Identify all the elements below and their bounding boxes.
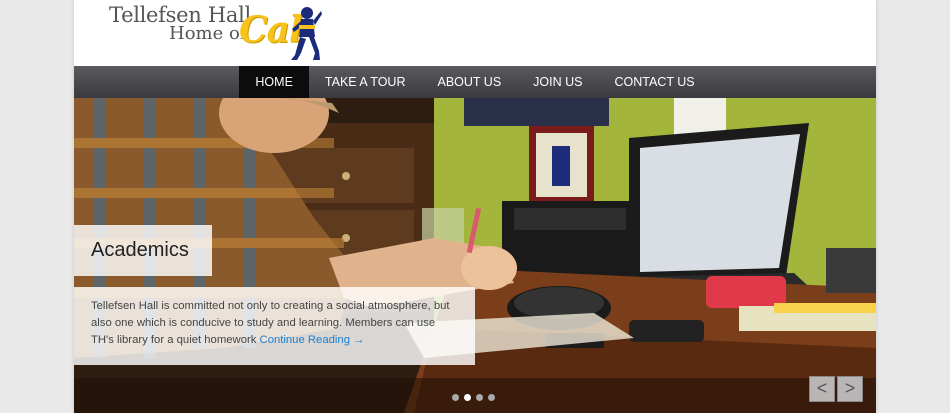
slide-title-box: Academics (74, 225, 212, 276)
logo-subtitle: Home of (169, 23, 247, 44)
site-logo[interactable]: Tellefsen Hall Home of Cal (109, 3, 324, 63)
nav-home[interactable]: HOME (239, 66, 309, 98)
slider-pagination (452, 394, 495, 401)
site-header: Tellefsen Hall Home of Cal (74, 0, 876, 66)
slider-dot-3[interactable] (476, 394, 483, 401)
nav-about-us[interactable]: ABOUT US (422, 66, 518, 98)
continue-reading-link[interactable]: Continue Reading → (260, 334, 365, 346)
cal-bear-icon (291, 7, 322, 60)
slider-prev-button[interactable]: < (809, 376, 835, 402)
slider-next-button[interactable]: > (837, 376, 863, 402)
page-container: Tellefsen Hall Home of Cal HOME TAKE A T… (74, 0, 876, 413)
slider-dot-4[interactable] (488, 394, 495, 401)
hero-slider: Academics Tellefsen Hall is committed no… (74, 98, 876, 413)
nav-take-a-tour[interactable]: TAKE A TOUR (309, 66, 422, 98)
nav-join-us[interactable]: JOIN US (517, 66, 598, 98)
slide-title: Academics (91, 239, 189, 261)
nav-contact-us[interactable]: CONTACT US (598, 66, 710, 98)
slider-dot-1[interactable] (452, 394, 459, 401)
slider-dot-2[interactable] (464, 394, 471, 401)
main-nav: HOME TAKE A TOUR ABOUT US JOIN US CONTAC… (74, 66, 876, 98)
slide-caption: Tellefsen Hall is committed not only to … (74, 287, 475, 365)
